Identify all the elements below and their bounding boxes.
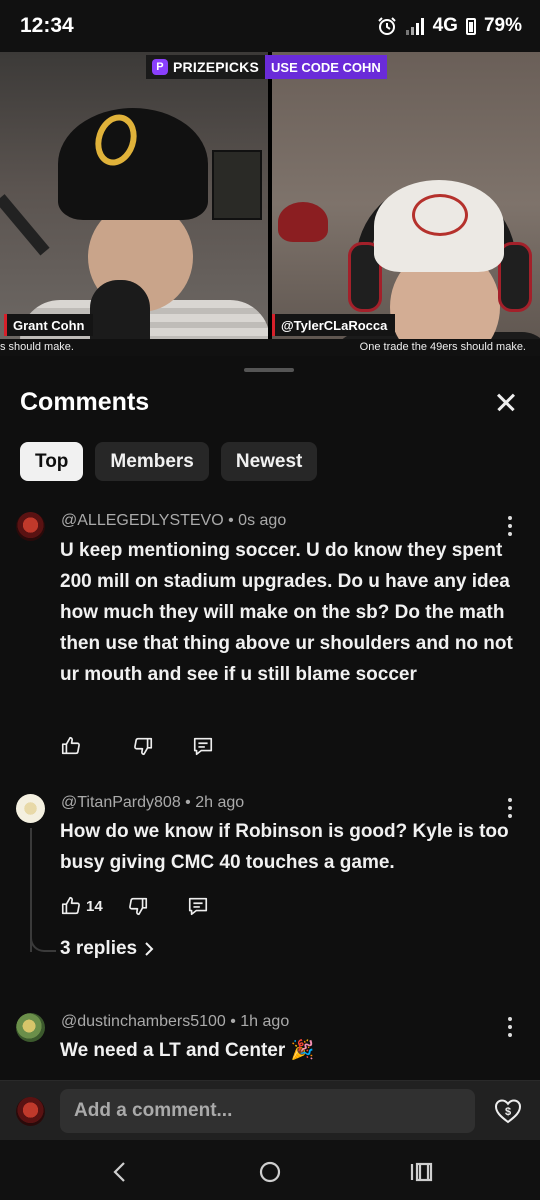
- alarm-icon: [377, 17, 396, 35]
- promo-brand-label: PRIZEPICKS: [173, 59, 260, 75]
- comment-text: We need a LT and Center 🎉: [60, 1040, 315, 1061]
- like-count: 14: [86, 897, 103, 915]
- status-icons: 4G 79%: [377, 15, 522, 37]
- comments-title: Comments: [20, 387, 150, 416]
- comment-composer: Add a comment... $: [0, 1080, 540, 1140]
- chip-newest[interactable]: Newest: [220, 442, 318, 481]
- promo-brand: P PRIZEPICKS: [146, 55, 266, 79]
- comment-time: 2h ago: [195, 794, 245, 811]
- prizepicks-logo-icon: P: [152, 59, 168, 75]
- ticker-left: s should make.: [0, 341, 74, 353]
- view-replies-button[interactable]: 3 replies: [60, 938, 155, 960]
- comment-actions: [60, 734, 214, 758]
- super-thanks-icon[interactable]: $: [493, 1096, 523, 1126]
- video-ticker: s should make. One trade the 49ers shoul…: [0, 339, 540, 356]
- replies-label: 3 replies: [60, 938, 138, 959]
- comment-meta: @ALLEGEDLYSTEVO • 0s ago: [61, 512, 287, 529]
- dislike-button[interactable]: [127, 895, 149, 917]
- host-name-tag: Grant Cohn: [4, 314, 93, 336]
- comment-meta: @TitanPardy808 • 2h ago: [61, 794, 245, 811]
- reply-button[interactable]: [187, 895, 209, 917]
- battery-icon: [465, 17, 476, 35]
- dislike-button[interactable]: [132, 735, 154, 757]
- comment-author[interactable]: @dustinchambers5100: [61, 1013, 226, 1030]
- status-bar: 12:34 4G 79%: [0, 0, 540, 52]
- avatar[interactable]: [16, 512, 45, 541]
- comment-time: 0s ago: [238, 512, 287, 529]
- back-icon[interactable]: [106, 1158, 134, 1186]
- comment-actions: 14: [60, 894, 209, 918]
- comments-header: Comments: [20, 386, 520, 418]
- close-icon[interactable]: [492, 388, 520, 416]
- video-player[interactable]: P PRIZEPICKS USE CODE COHN Grant Cohn @T…: [0, 52, 540, 356]
- chip-members[interactable]: Members: [95, 442, 209, 481]
- my-avatar: [16, 1097, 45, 1126]
- reply-icon: [188, 897, 207, 916]
- visor-logo-icon: [412, 194, 468, 236]
- mic-arm: [0, 194, 50, 256]
- promo-banner: P PRIZEPICKS USE CODE COHN: [146, 55, 387, 79]
- more-options-icon[interactable]: [505, 1017, 515, 1037]
- add-comment-input[interactable]: Add a comment...: [60, 1089, 475, 1133]
- svg-text:$: $: [505, 1106, 511, 1118]
- home-icon[interactable]: [256, 1158, 284, 1186]
- like-button[interactable]: [60, 735, 86, 757]
- comment-meta: @dustinchambers5100 • 1h ago: [61, 1013, 290, 1030]
- reply-button[interactable]: [192, 735, 214, 757]
- wall-poster: [212, 150, 262, 220]
- signal-icon: [405, 18, 424, 35]
- helmet-decor: [278, 202, 328, 242]
- comment-time: 1h ago: [240, 1013, 290, 1030]
- status-time: 12:34: [20, 14, 74, 37]
- comment-author[interactable]: @TitanPardy808: [61, 794, 181, 811]
- like-button[interactable]: 14: [60, 895, 103, 917]
- thumbs-up-icon: [61, 896, 80, 915]
- drag-handle[interactable]: [244, 368, 294, 372]
- comments-sheet: Comments Top Members Newest @ALLEGEDLYST…: [0, 356, 540, 1080]
- recent-apps-icon[interactable]: [406, 1158, 434, 1186]
- promo-code: USE CODE COHN: [265, 55, 387, 79]
- avatar[interactable]: [16, 794, 45, 823]
- thumbs-down-icon: [128, 897, 147, 916]
- network-type: 4G: [432, 15, 458, 36]
- comment-author[interactable]: @ALLEGEDLYSTEVO: [61, 512, 224, 529]
- comment-text: U keep mentioning soccer. U do know they…: [60, 540, 513, 685]
- video-pane-left: [0, 52, 268, 356]
- guest-name-tag: @TylerCLaRocca: [272, 314, 396, 336]
- system-nav-bar: [0, 1140, 540, 1200]
- thread-curve: [30, 932, 56, 952]
- more-options-icon[interactable]: [505, 516, 515, 536]
- reply-icon: [193, 737, 213, 756]
- comment-text: How do we know if Robinson is good? Kyle…: [60, 821, 509, 873]
- video-pane-right: [272, 52, 540, 356]
- filter-chips: Top Members Newest: [20, 442, 318, 481]
- chevron-right-icon: [145, 942, 154, 956]
- battery-level: 79%: [483, 15, 522, 36]
- thumbs-up-icon: [61, 736, 80, 755]
- thumbs-down-icon: [134, 737, 153, 756]
- chip-top[interactable]: Top: [20, 442, 84, 481]
- ticker-right: One trade the 49ers should make.: [359, 341, 526, 353]
- more-options-icon[interactable]: [505, 798, 515, 818]
- avatar[interactable]: [16, 1013, 45, 1042]
